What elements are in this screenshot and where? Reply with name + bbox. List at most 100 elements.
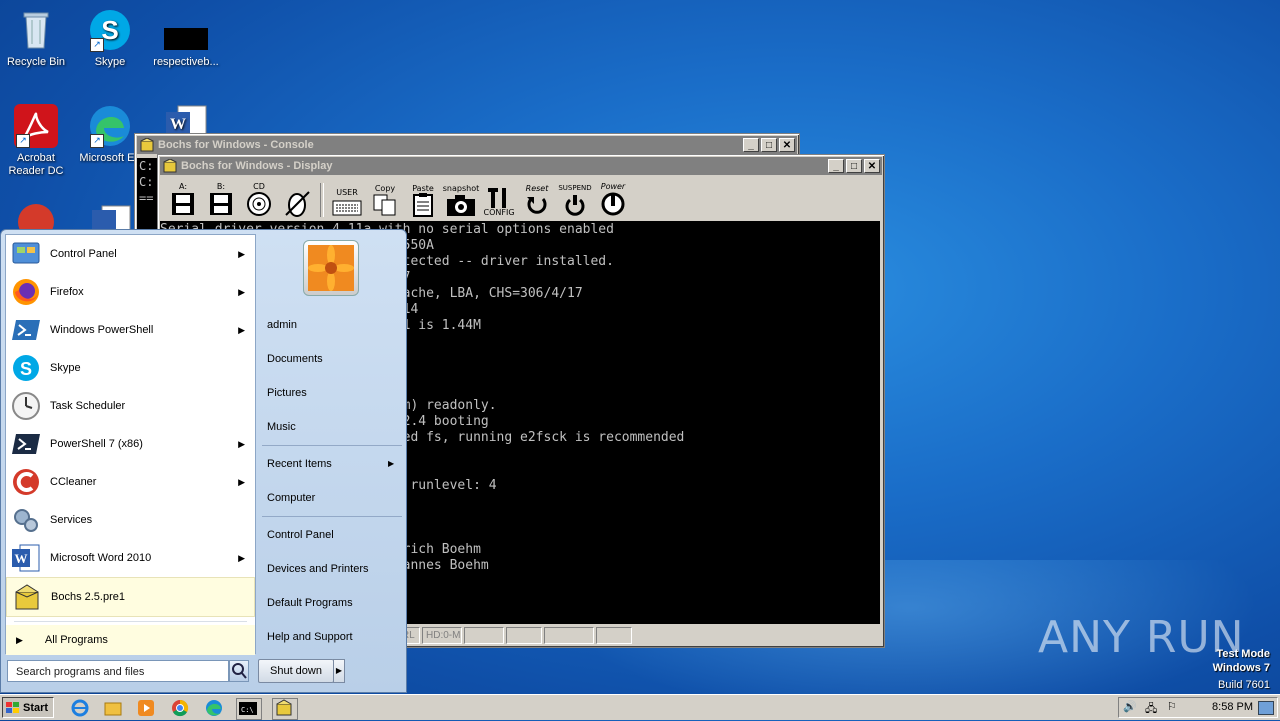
powershell-icon	[10, 314, 42, 346]
paste-button[interactable]: Paste	[404, 179, 442, 217]
suspend-icon	[565, 195, 585, 216]
bochs-icon	[11, 581, 43, 613]
start-place-music[interactable]: Music	[264, 414, 406, 440]
snapshot-button[interactable]: snapshot	[442, 179, 480, 217]
start-search-input[interactable]: Search programs and files	[7, 660, 229, 682]
reset-button[interactable]: Reset	[518, 179, 556, 217]
desktop-icon-skype[interactable]: S ↗ Skype	[74, 8, 146, 69]
watermark-build: Build 7601	[1218, 679, 1270, 691]
reset-icon	[527, 197, 547, 214]
copy-button[interactable]: Copy	[366, 179, 404, 217]
minimize-button[interactable]: _	[743, 138, 759, 152]
floppy-icon	[172, 193, 194, 215]
desktop-icon-recycle-bin[interactable]: Recycle Bin	[0, 8, 72, 69]
start-item-control-panel[interactable]: Control Panel ▶	[6, 235, 255, 273]
cdrom-icon	[247, 192, 271, 216]
display-titlebar[interactable]: Bochs for Windows - Display _ □ ✕	[160, 157, 882, 175]
start-item-firefox[interactable]: Firefox ▶	[6, 273, 255, 311]
close-button[interactable]: ✕	[779, 138, 795, 152]
show-desktop-icon[interactable]	[1258, 701, 1274, 715]
config-tools-icon	[488, 188, 506, 208]
start-place-pictures[interactable]: Pictures	[264, 380, 406, 406]
start-place-control-panel[interactable]: Control Panel	[264, 522, 406, 548]
console-titlebar[interactable]: Bochs for Windows - Console _ □ ✕	[137, 136, 797, 154]
svg-text:S: S	[20, 359, 32, 379]
taskbar-media-player[interactable]	[136, 698, 158, 718]
volume-icon[interactable]: 🔊	[1123, 700, 1137, 713]
start-item-services[interactable]: Services	[6, 501, 255, 539]
close-button[interactable]: ✕	[864, 159, 880, 173]
suspend-button[interactable]: SUSPEND	[556, 179, 594, 217]
start-item-microsoft-word-2010[interactable]: W Microsoft Word 2010 ▶	[6, 539, 255, 577]
copy-icon	[373, 194, 396, 216]
start-item-bochs-2-5-pre1[interactable]: Bochs 2.5.pre1	[6, 577, 255, 617]
cdrom-button[interactable]: CD	[240, 179, 278, 217]
clock-icon	[10, 390, 42, 422]
bochs-icon	[140, 138, 154, 152]
submenu-arrow-icon: ▶	[238, 552, 245, 563]
start-item-label: Bochs 2.5.pre1	[51, 591, 125, 603]
status-cell	[544, 627, 594, 644]
svg-text:W: W	[15, 551, 28, 566]
start-item-label: PowerShell 7 (x86)	[50, 438, 143, 450]
start-item-task-scheduler[interactable]: Task Scheduler	[6, 387, 255, 425]
search-icon	[232, 663, 247, 679]
config-button[interactable]: CONFIG	[480, 179, 518, 217]
desktop-icon-respectiveb[interactable]: respectiveb...	[150, 8, 222, 69]
start-item-skype[interactable]: S Skype	[6, 349, 255, 387]
status-cell: HD:0-M	[422, 627, 462, 644]
user-button[interactable]: USER	[328, 179, 366, 217]
floppy-a-button[interactable]: A:	[164, 179, 202, 217]
mouse-icon	[285, 191, 310, 217]
taskbar: Start C:\ 🔊 🖧 ⚐ 8:58 PM	[0, 694, 1280, 720]
watermark-windows: Windows 7	[1212, 662, 1270, 674]
start-item-windows-powershell[interactable]: Windows PowerShell ▶	[6, 311, 255, 349]
start-place-admin[interactable]: admin	[264, 312, 406, 338]
user-picture[interactable]	[303, 240, 359, 296]
taskbar-explorer[interactable]	[103, 698, 125, 718]
start-item-label: Services	[50, 514, 93, 526]
bochs-icon	[163, 159, 177, 173]
edge-icon	[206, 700, 222, 716]
shutdown-options-button[interactable]: ▶	[333, 659, 345, 683]
taskbar-cmd[interactable]: C:\	[236, 698, 262, 720]
start-item-label: Control Panel	[50, 248, 117, 260]
power-icon	[601, 192, 625, 216]
desktop-icon-acrobat[interactable]: ↗ Acrobat Reader DC	[0, 104, 72, 178]
start-button[interactable]: Start	[2, 697, 54, 718]
windows-logo-icon	[6, 701, 19, 713]
all-programs-button[interactable]: ▶ All Programs	[6, 625, 255, 655]
clock[interactable]: 8:58 PM	[1212, 701, 1253, 713]
start-place-documents[interactable]: Documents	[264, 346, 406, 372]
shutdown-button[interactable]: Shut down	[258, 659, 334, 683]
start-place-recent-items[interactable]: Recent Items	[264, 451, 406, 477]
skype-icon: S ↗	[88, 8, 132, 52]
power-button[interactable]: Power	[594, 179, 632, 217]
internet-explorer-icon	[71, 699, 89, 717]
start-place-default-programs[interactable]: Default Programs	[264, 590, 406, 616]
taskbar-edge[interactable]	[204, 698, 226, 718]
start-place-devices-and-printers[interactable]: Devices and Printers	[264, 556, 406, 582]
taskbar-chrome[interactable]	[170, 698, 192, 718]
start-place-computer[interactable]: Computer	[264, 485, 406, 511]
floppy-b-button[interactable]: B:	[202, 179, 240, 217]
maximize-button[interactable]: □	[761, 138, 777, 152]
submenu-arrow-icon: ▶	[388, 459, 395, 468]
start-item-ccleaner[interactable]: CCleaner ▶	[6, 463, 255, 501]
network-icon[interactable]: 🖧	[1145, 700, 1157, 719]
maximize-button[interactable]: □	[846, 159, 862, 173]
minimize-button[interactable]: _	[828, 159, 844, 173]
floppy-icon	[210, 193, 232, 215]
start-place-help-and-support[interactable]: Help and Support	[264, 624, 406, 650]
status-cell	[506, 627, 542, 644]
flag-icon[interactable]: ⚐	[1167, 700, 1177, 713]
mouse-button[interactable]	[278, 179, 316, 217]
start-item-powershell-7-x86-[interactable]: PowerShell 7 (x86) ▶	[6, 425, 255, 463]
taskbar-bochs[interactable]	[272, 698, 298, 720]
submenu-arrow-icon: ▶	[238, 476, 245, 487]
start-item-label: Firefox	[50, 286, 84, 298]
search-button[interactable]	[229, 660, 249, 682]
watermark-test-mode: Test Mode	[1216, 648, 1270, 660]
taskbar-ie[interactable]	[70, 698, 92, 718]
keyboard-icon	[332, 200, 362, 216]
